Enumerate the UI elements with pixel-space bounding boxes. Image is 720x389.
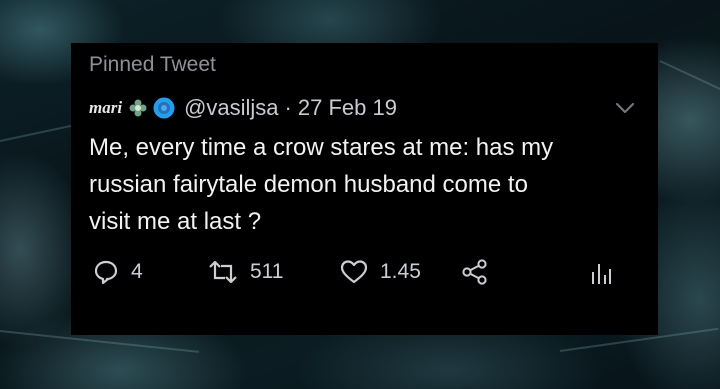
retweet-icon — [209, 260, 237, 284]
like-count: 1.45 — [380, 260, 421, 283]
reply-icon — [94, 260, 118, 285]
tweet-date[interactable]: 27 Feb 19 — [298, 95, 397, 121]
separator: · — [284, 95, 292, 120]
display-name[interactable]: mari — [89, 98, 122, 118]
reply-button[interactable]: 4 — [93, 256, 143, 288]
verified-badge-icon — [153, 97, 175, 119]
user-handle[interactable]: @vasiljsa — [184, 95, 278, 121]
heart-icon — [340, 260, 368, 284]
chevron-down-icon[interactable] — [614, 101, 636, 115]
share-icon — [462, 259, 487, 285]
share-button[interactable] — [461, 256, 489, 288]
tweet-header: mari @vasiljsa · 27 Feb 19 — [89, 93, 397, 123]
flower-emoji-icon — [129, 99, 147, 117]
tweet-card[interactable]: Pinned Tweet mari @vasiljsa · 27 Feb 19 … — [71, 43, 658, 335]
reply-count: 4 — [131, 260, 143, 283]
analytics-button[interactable] — [590, 256, 612, 288]
analytics-icon — [592, 264, 611, 284]
like-button[interactable]: 1.45 — [340, 256, 421, 288]
pinned-label: Pinned Tweet — [89, 53, 216, 76]
retweet-count: 511 — [250, 260, 284, 283]
retweet-button[interactable]: 511 — [208, 256, 283, 288]
tweet-actions: 4 511 1.45 — [93, 256, 633, 288]
tweet-text: Me, every time a crow stares at me: has … — [89, 134, 554, 235]
